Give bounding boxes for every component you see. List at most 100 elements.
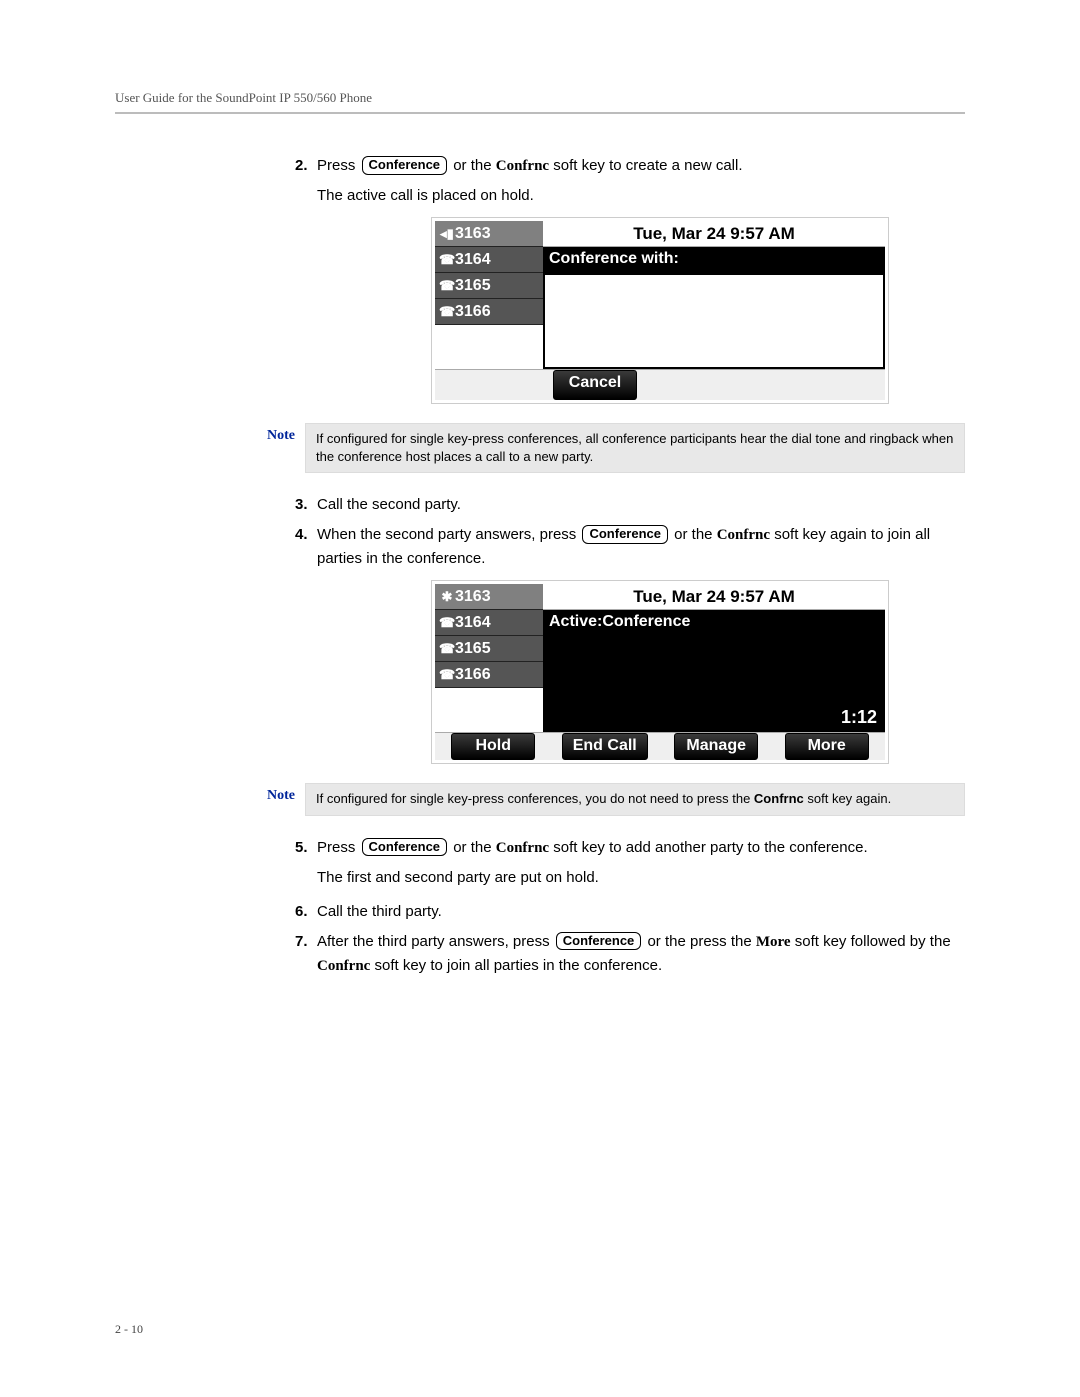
softkey-end-call: End Call	[562, 733, 648, 760]
note-text: If configured for single key-press confe…	[316, 791, 754, 806]
step-body: Call the second party.	[317, 493, 965, 517]
note-2: Note If configured for single key-press …	[235, 783, 965, 815]
softkey-cancel: Cancel	[553, 370, 637, 400]
line-key: ☎3164	[435, 247, 543, 273]
softkey-row: Hold End Call Manage More	[435, 732, 885, 760]
phone-screen: ✱3163 ☎3164 ☎3165 ☎3166 Tue, Mar 24 9:57…	[432, 581, 888, 763]
phone-screen: ◂▮3163 ☎3164 ☎3165 ☎3166 Tue, Mar 24 9:5…	[432, 218, 888, 403]
step-5-sub: The first and second party are put on ho…	[317, 866, 965, 890]
step-5: 5. Press Conference or the Confrnc soft …	[295, 836, 965, 860]
conference-hardkey-icon: Conference	[362, 156, 448, 175]
conference-hardkey-icon: Conference	[582, 525, 668, 544]
line-key: ◂▮3163	[435, 221, 543, 247]
phone-main-area: Tue, Mar 24 9:57 AM Conference with:	[543, 221, 885, 369]
step-text: When the second party answers, press	[317, 526, 580, 543]
line-number: 3163	[455, 588, 491, 606]
softkey-row: Cancel	[435, 369, 885, 400]
line-key-column: ◂▮3163 ☎3164 ☎3165 ☎3166	[435, 221, 543, 369]
step-text: soft key followed by the	[791, 933, 951, 950]
step-text: Press	[317, 157, 360, 174]
phone-icon: ☎	[439, 304, 455, 320]
line-key: ☎3166	[435, 299, 543, 325]
note-1: Note If configured for single key-press …	[235, 423, 965, 473]
step-2-sub: The active call is placed on hold.	[317, 184, 965, 208]
note-text: soft key again.	[804, 791, 891, 806]
line-number: 3163	[455, 225, 491, 243]
line-number: 3165	[455, 640, 491, 658]
screen-title: Conference with:	[543, 247, 885, 273]
call-timer: 1:12	[841, 707, 877, 728]
step-body: When the second party answers, press Con…	[317, 523, 965, 571]
running-header: User Guide for the SoundPoint IP 550/560…	[115, 90, 965, 114]
line-number: 3165	[455, 277, 491, 295]
active-line-icon: ◂▮	[439, 226, 455, 242]
line-key: ☎3166	[435, 662, 543, 688]
step-body: Press Conference or the Confrnc soft key…	[317, 836, 965, 860]
step-text: or the press the	[647, 933, 755, 950]
step-text: soft key to add another party to the con…	[549, 839, 868, 856]
softkey-name: Confrnc	[496, 840, 549, 856]
softkey-manage: Manage	[674, 733, 758, 760]
page-number: 2 - 10	[115, 1322, 143, 1337]
phone-icon: ☎	[439, 252, 455, 268]
conference-icon: ✱	[439, 589, 455, 605]
phone-icon: ☎	[439, 641, 455, 657]
screen-title: Active:Conference	[543, 610, 885, 636]
softkey-more: More	[785, 733, 869, 760]
softkey-name: Confrnc	[496, 158, 549, 174]
step-text: or the	[674, 526, 717, 543]
step-text: or the	[453, 839, 496, 856]
step-body: Press Conference or the Confrnc soft key…	[317, 154, 965, 178]
step-number: 2.	[295, 154, 317, 178]
step-body: After the third party answers, press Con…	[317, 930, 965, 978]
phone-screenshot-1: ◂▮3163 ☎3164 ☎3165 ☎3166 Tue, Mar 24 9:5…	[355, 218, 965, 403]
softkey-hold: Hold	[451, 733, 535, 760]
step-number: 4.	[295, 523, 317, 547]
screen-body: 1:12	[543, 636, 885, 732]
step-text: soft key to join all parties in the conf…	[370, 957, 662, 974]
phone-screenshot-2: ✱3163 ☎3164 ☎3165 ☎3166 Tue, Mar 24 9:57…	[355, 581, 965, 763]
line-key: ☎3165	[435, 273, 543, 299]
conference-hardkey-icon: Conference	[556, 932, 642, 951]
step-text: After the third party answers, press	[317, 933, 554, 950]
phone-main-area: Tue, Mar 24 9:57 AM Active:Conference 1:…	[543, 584, 885, 732]
line-number: 3164	[455, 614, 491, 632]
line-number: 3166	[455, 666, 491, 684]
note-label: Note	[235, 423, 295, 444]
phone-icon: ☎	[439, 615, 455, 631]
step-number: 7.	[295, 930, 317, 954]
phone-icon: ☎	[439, 667, 455, 683]
page: User Guide for the SoundPoint IP 550/560…	[0, 0, 1080, 1397]
step-3: 3. Call the second party.	[295, 493, 965, 517]
step-text: Press	[317, 839, 360, 856]
step-number: 3.	[295, 493, 317, 517]
step-body: Call the third party.	[317, 900, 965, 924]
line-key: ☎3165	[435, 636, 543, 662]
step-number: 5.	[295, 836, 317, 860]
step-2: 2. Press Conference or the Confrnc soft …	[295, 154, 965, 178]
datetime-bar: Tue, Mar 24 9:57 AM	[543, 584, 885, 610]
conference-hardkey-icon: Conference	[362, 838, 448, 857]
line-key: ☎3164	[435, 610, 543, 636]
datetime-bar: Tue, Mar 24 9:57 AM	[543, 221, 885, 247]
step-text: or the	[453, 157, 496, 174]
step-text: soft key to create a new call.	[549, 157, 742, 174]
step-6: 6. Call the third party.	[295, 900, 965, 924]
step-4: 4. When the second party answers, press …	[295, 523, 965, 571]
note-bold: Confrnc	[754, 791, 804, 806]
phone-icon: ☎	[439, 278, 455, 294]
softkey-name: More	[756, 934, 791, 950]
content-area: 2. Press Conference or the Confrnc soft …	[295, 154, 965, 978]
line-key-column: ✱3163 ☎3164 ☎3165 ☎3166	[435, 584, 543, 732]
line-key: ✱3163	[435, 584, 543, 610]
note-label: Note	[235, 783, 295, 804]
line-number: 3166	[455, 303, 491, 321]
line-number: 3164	[455, 251, 491, 269]
note-body: If configured for single key-press confe…	[305, 423, 965, 473]
step-number: 6.	[295, 900, 317, 924]
softkey-name: Confrnc	[717, 527, 770, 543]
softkey-name: Confrnc	[317, 958, 370, 974]
screen-body	[543, 273, 885, 369]
note-body: If configured for single key-press confe…	[305, 783, 965, 815]
step-7: 7. After the third party answers, press …	[295, 930, 965, 978]
